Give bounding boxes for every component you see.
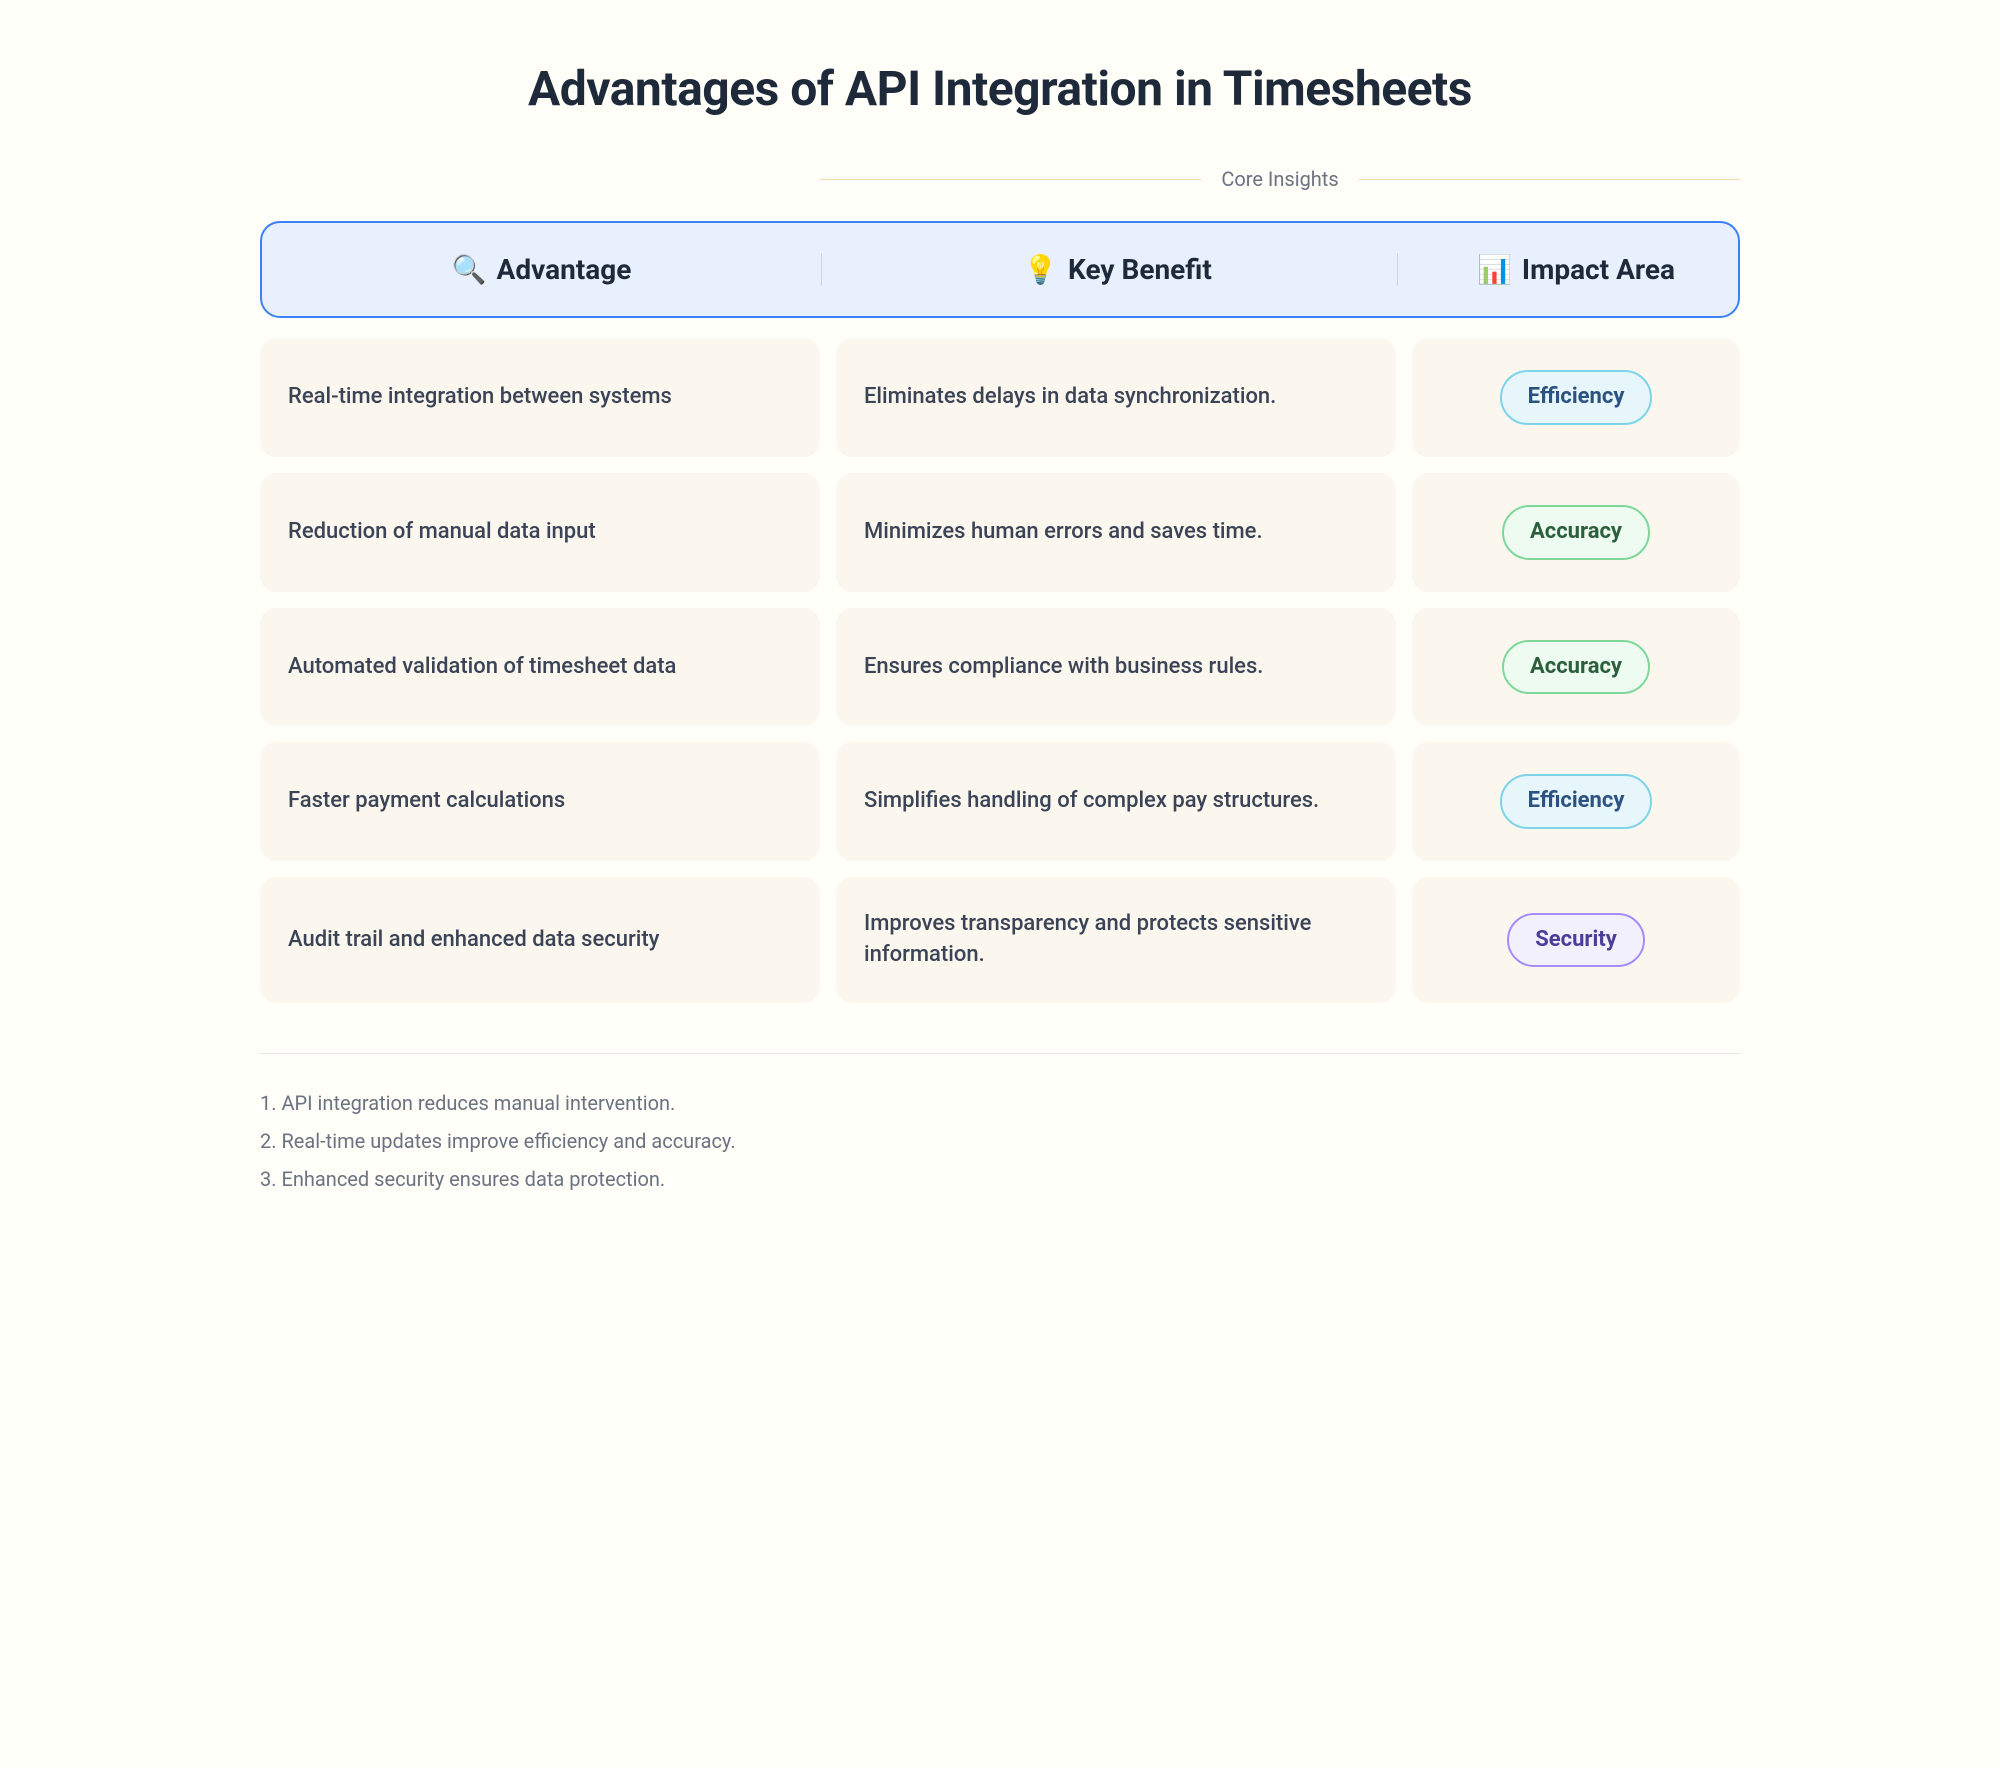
- magnifier-icon: 🔍: [452, 253, 487, 286]
- table-body: Real-time integration between systemsEli…: [260, 338, 1740, 1003]
- table-row: Audit trail and enhanced data securityIm…: [260, 877, 1740, 1003]
- chart-icon: 📊: [1477, 253, 1512, 286]
- column-label: Advantage: [497, 253, 632, 286]
- cell-impact: Accuracy: [1412, 473, 1740, 592]
- cell-benefit: Simplifies handling of complex pay struc…: [836, 742, 1396, 861]
- impact-badge: Accuracy: [1502, 640, 1650, 695]
- footer-divider: [260, 1053, 1740, 1054]
- cell-benefit: Minimizes human errors and saves time.: [836, 473, 1396, 592]
- column-header-benefit: 💡 Key Benefit: [838, 253, 1398, 286]
- divider-line: [820, 179, 1201, 180]
- column-header-advantage: 🔍 Advantage: [262, 253, 822, 286]
- column-label: Key Benefit: [1068, 253, 1212, 286]
- cell-advantage: Audit trail and enhanced data security: [260, 877, 820, 1003]
- table-row: Faster payment calculationsSimplifies ha…: [260, 742, 1740, 861]
- cell-impact: Security: [1412, 877, 1740, 1003]
- footer-list: API integration reduces manual intervent…: [260, 1084, 1740, 1198]
- cell-advantage: Automated validation of timesheet data: [260, 608, 820, 727]
- cell-benefit: Ensures compliance with business rules.: [836, 608, 1396, 727]
- cell-advantage: Reduction of manual data input: [260, 473, 820, 592]
- insights-divider: Core Insights: [820, 167, 1740, 191]
- table-row: Automated validation of timesheet dataEn…: [260, 608, 1740, 727]
- cell-benefit: Eliminates delays in data synchronizatio…: [836, 338, 1396, 457]
- impact-badge: Efficiency: [1500, 774, 1653, 829]
- lightbulb-icon: 💡: [1023, 253, 1058, 286]
- table-header: 🔍 Advantage 💡 Key Benefit 📊 Impact Area: [260, 221, 1740, 318]
- column-header-impact: 📊 Impact Area: [1414, 253, 1738, 286]
- page-title: Advantages of API Integration in Timeshe…: [260, 60, 1740, 117]
- table-row: Reduction of manual data inputMinimizes …: [260, 473, 1740, 592]
- cell-impact: Accuracy: [1412, 608, 1740, 727]
- impact-badge: Accuracy: [1502, 505, 1650, 560]
- cell-impact: Efficiency: [1412, 742, 1740, 861]
- cell-advantage: Real-time integration between systems: [260, 338, 820, 457]
- cell-advantage: Faster payment calculations: [260, 742, 820, 861]
- table-row: Real-time integration between systemsEli…: [260, 338, 1740, 457]
- column-label: Impact Area: [1522, 253, 1675, 286]
- cell-benefit: Improves transparency and protects sensi…: [836, 877, 1396, 1003]
- impact-badge: Efficiency: [1500, 370, 1653, 425]
- footer-item: Real-time updates improve efficiency and…: [260, 1122, 1740, 1160]
- divider-line: [1359, 179, 1740, 180]
- container: Advantages of API Integration in Timeshe…: [260, 60, 1740, 1198]
- insights-label: Core Insights: [1201, 167, 1358, 191]
- footer-item: API integration reduces manual intervent…: [260, 1084, 1740, 1122]
- cell-impact: Efficiency: [1412, 338, 1740, 457]
- footer-item: Enhanced security ensures data protectio…: [260, 1160, 1740, 1198]
- impact-badge: Security: [1507, 913, 1645, 968]
